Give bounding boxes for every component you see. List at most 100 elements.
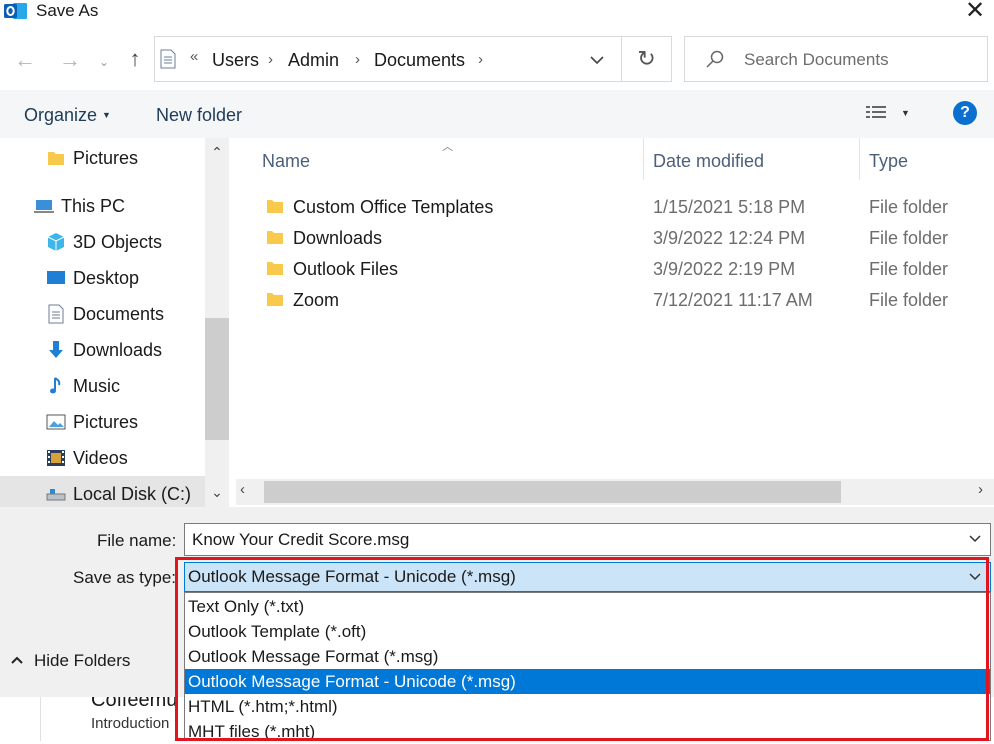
save-as-type-value[interactable]: Outlook Message Format - Unicode (*.msg) (188, 566, 516, 588)
file-date: 1/15/2021 5:18 PM (653, 197, 806, 217)
chevron-down-icon[interactable] (966, 568, 984, 586)
file-type: File folder (869, 259, 949, 279)
desktop-icon (47, 271, 65, 284)
dropdown-option-html[interactable]: HTML (*.htm;*.html) (185, 694, 990, 719)
videos-icon (47, 450, 65, 466)
view-options-caret-icon[interactable]: ▼ (901, 108, 910, 118)
breadcrumb-documents[interactable]: Documents (374, 48, 465, 72)
file-name: Zoom (293, 290, 340, 310)
nav-item-pictures[interactable]: Pictures (0, 404, 205, 440)
folder-icon (267, 231, 283, 244)
file-row[interactable]: Custom Office Templates 1/15/2021 5:18 P… (236, 192, 994, 223)
nav-item-label: Local Disk (C:) (73, 484, 192, 504)
navigation-pane: Pictures This PC 3D Objects Desktop Docu… (0, 138, 205, 508)
back-button[interactable]: ← (12, 48, 38, 72)
file-date: 3/9/2022 2:19 PM (653, 259, 796, 279)
nav-item-desktop[interactable]: Desktop (0, 260, 205, 296)
caret-down-icon: ▼ (102, 110, 111, 120)
file-row[interactable]: Zoom 7/12/2021 11:17 AM File folder (236, 285, 994, 316)
chevron-down-icon[interactable] (966, 530, 984, 548)
hide-folders-button[interactable]: Hide Folders (34, 650, 130, 672)
file-type: File folder (869, 228, 949, 248)
organize-button[interactable]: Organize (24, 104, 97, 126)
file-name-value[interactable]: Know Your Credit Score.msg (192, 529, 409, 551)
breadcrumb-separator[interactable]: › (355, 48, 360, 72)
computer-icon (34, 200, 54, 213)
address-dropdown-icon[interactable] (586, 50, 608, 70)
scroll-right-arrow-icon[interactable]: › (978, 481, 983, 498)
scroll-left-arrow-icon[interactable]: ‹ (240, 481, 245, 498)
background-item-subtitle: Introduction (91, 715, 170, 732)
nav-item-label: Pictures (73, 148, 139, 168)
breadcrumb-users[interactable]: Users (212, 48, 259, 72)
file-name: Custom Office Templates (293, 197, 494, 217)
file-row[interactable]: Outlook Files 3/9/2022 2:19 PM File fold… (236, 254, 994, 285)
nav-item-documents[interactable]: Documents (0, 296, 205, 332)
column-divider[interactable] (643, 138, 644, 180)
title-bar (0, 0, 994, 24)
nav-item-local-disk[interactable]: Local Disk (C:) (0, 476, 205, 508)
navigation-scroll-thumb[interactable] (205, 318, 229, 440)
dropdown-option-mht[interactable]: MHT files (*.mht) (185, 719, 990, 744)
search-icon (706, 50, 724, 68)
close-button[interactable]: ✕ (960, 0, 990, 24)
pictures-icon (46, 414, 66, 430)
dropdown-option-txt[interactable]: Text Only (*.txt) (185, 594, 990, 619)
file-type: File folder (869, 290, 949, 310)
nav-item-label: 3D Objects (73, 232, 163, 252)
dropdown-option-msg[interactable]: Outlook Message Format (*.msg) (185, 644, 990, 669)
dropdown-option-msg-unicode[interactable]: Outlook Message Format - Unicode (*.msg) (185, 669, 990, 694)
nav-item-3d-objects[interactable]: 3D Objects (0, 224, 205, 260)
recent-locations-button[interactable]: ⌄ (95, 50, 113, 74)
chevron-up-icon[interactable] (10, 654, 24, 666)
sort-ascending-icon: ︿ (442, 141, 453, 153)
new-folder-button[interactable]: New folder (156, 104, 242, 126)
file-name-label: File name: (97, 531, 177, 550)
breadcrumb-overflow[interactable]: « (190, 48, 198, 65)
save-as-type-label: Save as type: (73, 568, 177, 587)
refresh-button[interactable]: ↻ (621, 36, 672, 82)
music-icon (50, 377, 61, 394)
documents-icon (48, 304, 64, 324)
folder-icon (48, 152, 64, 165)
documents-location-icon (160, 49, 176, 69)
column-header-name[interactable]: Name (262, 150, 310, 172)
folder-icon (267, 200, 283, 213)
drive-icon (46, 489, 66, 501)
nav-item-pictures-quick[interactable]: Pictures (0, 140, 205, 176)
nav-item-label: Pictures (73, 412, 139, 432)
nav-item-music[interactable]: Music (0, 368, 205, 404)
file-date: 7/12/2021 11:17 AM (653, 290, 813, 310)
horizontal-scroll-thumb[interactable] (264, 481, 841, 503)
toolbar (0, 90, 994, 138)
search-input[interactable]: Search Documents (744, 49, 889, 71)
window-title: Save As (36, 1, 99, 20)
forward-button[interactable]: → (57, 48, 83, 72)
view-details-icon[interactable] (865, 104, 887, 122)
breadcrumb-admin[interactable]: Admin (288, 48, 339, 72)
nav-item-label: Desktop (73, 268, 140, 288)
background-divider (40, 697, 41, 741)
downloads-icon (49, 341, 63, 358)
column-header-date-modified[interactable]: Date modified (653, 150, 764, 172)
file-type: File folder (869, 197, 949, 217)
nav-item-downloads[interactable]: Downloads (0, 332, 205, 368)
file-name: Downloads (293, 228, 383, 248)
outlook-logo-icon (4, 3, 27, 19)
dropdown-option-oft[interactable]: Outlook Template (*.oft) (185, 619, 990, 644)
scroll-up-arrow-icon[interactable]: ⌃ (205, 144, 229, 161)
scroll-down-arrow-icon[interactable]: ⌄ (205, 484, 229, 501)
column-divider[interactable] (859, 138, 860, 180)
nav-item-videos[interactable]: Videos (0, 440, 205, 476)
nav-item-label: Music (73, 376, 121, 396)
nav-item-label: Documents (73, 304, 165, 324)
3d-objects-icon (47, 233, 65, 251)
column-header-type[interactable]: Type (869, 150, 908, 172)
nav-item-this-pc[interactable]: This PC (0, 188, 205, 224)
up-button[interactable]: ↑ (122, 47, 148, 71)
help-icon[interactable]: ? (953, 101, 977, 125)
file-row[interactable]: Downloads 3/9/2022 12:24 PM File folder (236, 223, 994, 254)
file-date: 3/9/2022 12:24 PM (653, 228, 806, 248)
breadcrumb-separator[interactable]: › (478, 48, 483, 72)
breadcrumb-separator[interactable]: › (268, 48, 273, 72)
